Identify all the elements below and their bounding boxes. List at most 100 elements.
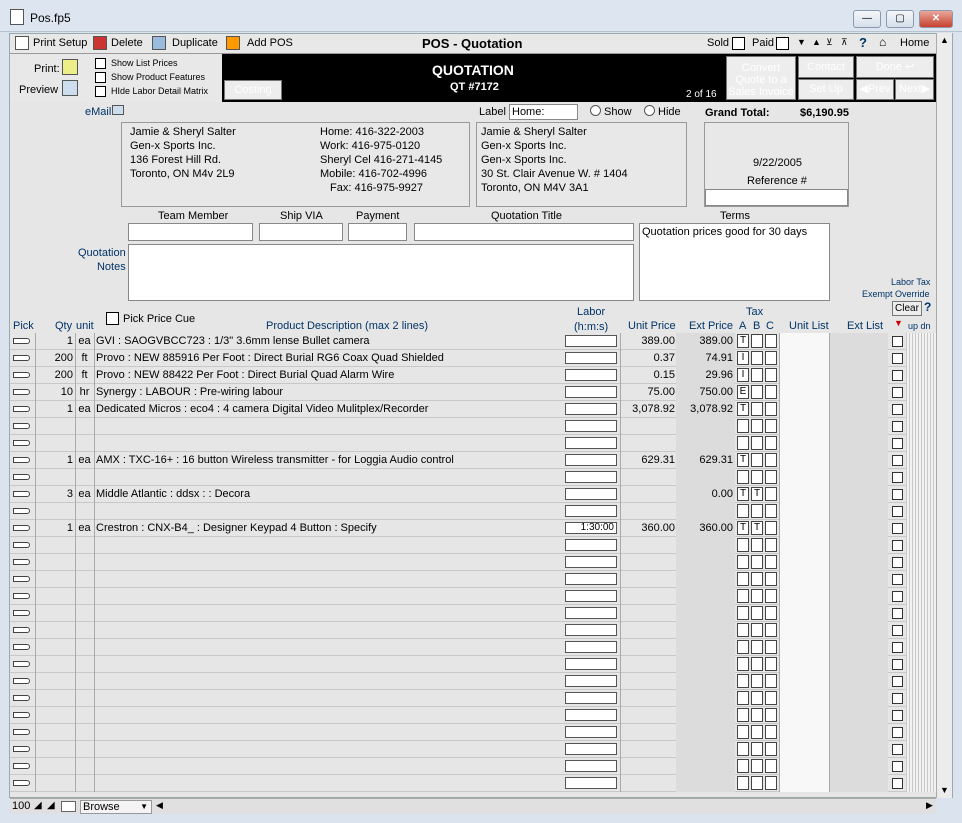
labor-field[interactable]	[565, 641, 617, 653]
tax-a-box[interactable]: I	[737, 368, 749, 382]
table-row[interactable]: 10 hr Synergy : LABOUR : Pre-wiring labour…	[10, 384, 936, 401]
qty-cell[interactable]	[35, 775, 73, 792]
unit-cell[interactable]: ft	[75, 350, 93, 367]
description-cell[interactable]	[94, 605, 564, 622]
description-cell[interactable]: AMX : TXC-16+ : 16 button Wireless trans…	[94, 452, 564, 469]
label-address-box[interactable]: Jamie & Sheryl Salter Gen-x Sports Inc. …	[476, 122, 687, 207]
unit-price-cell[interactable]: 629.31	[620, 452, 675, 469]
scroll-down-icon[interactable]: ▼	[940, 785, 949, 795]
unit-list-cell[interactable]	[779, 435, 830, 452]
unit-list-cell[interactable]	[779, 333, 830, 350]
unit-list-cell[interactable]	[779, 775, 830, 792]
tax-a-box[interactable]: T	[737, 453, 749, 467]
tax-a-box[interactable]	[737, 623, 749, 637]
table-row[interactable]: 1 ea Dedicated Micros : eco4 : 4 camera Di…	[10, 401, 936, 418]
print-setup-button[interactable]: Print Setup	[33, 37, 87, 49]
tax-a-box[interactable]	[737, 606, 749, 620]
nav-up-icon[interactable]: ▲	[812, 37, 821, 47]
description-cell[interactable]: Synergy : LABOUR : Pre-wiring labour	[94, 384, 564, 401]
unit-price-cell[interactable]	[620, 690, 675, 707]
unit-price-cell[interactable]	[620, 656, 675, 673]
pick-icon[interactable]	[13, 491, 30, 497]
unit-list-cell[interactable]	[779, 622, 830, 639]
qty-cell[interactable]	[35, 605, 73, 622]
description-cell[interactable]: Crestron : CNX-B4_ : Designer Keypad 4 B…	[94, 520, 564, 537]
unit-cell[interactable]	[75, 673, 93, 690]
description-cell[interactable]	[94, 571, 564, 588]
labor-field[interactable]	[565, 556, 617, 568]
pick-icon[interactable]	[13, 355, 30, 361]
tax-a-box[interactable]	[737, 555, 749, 569]
reorder-handle[interactable]	[906, 333, 936, 350]
table-row[interactable]	[10, 656, 936, 673]
labor-field[interactable]	[565, 573, 617, 585]
description-cell[interactable]	[94, 469, 564, 486]
qty-cell[interactable]: 3	[35, 486, 73, 503]
pick-icon[interactable]	[13, 746, 30, 752]
tax-help-icon[interactable]: ?	[924, 300, 931, 314]
qty-cell[interactable]	[35, 656, 73, 673]
tax-a-box[interactable]	[737, 589, 749, 603]
description-cell[interactable]	[94, 554, 564, 571]
qty-cell[interactable]: 1	[35, 333, 73, 350]
tax-b-box[interactable]	[751, 776, 763, 790]
labor-field[interactable]	[565, 488, 617, 500]
labor-tax-exempt-checkbox[interactable]	[892, 523, 903, 534]
tax-b-box[interactable]	[751, 402, 763, 416]
description-cell[interactable]: Provo : NEW 885916 Per Foot : Direct Bur…	[94, 350, 564, 367]
tax-a-box[interactable]: T	[737, 334, 749, 348]
unit-list-cell[interactable]	[779, 724, 830, 741]
pick-icon[interactable]	[13, 338, 30, 344]
labor-field[interactable]	[565, 726, 617, 738]
labor-field[interactable]	[565, 743, 617, 755]
tax-c-box[interactable]	[765, 351, 777, 365]
tax-c-box[interactable]	[765, 436, 777, 450]
labor-field[interactable]	[565, 607, 617, 619]
vertical-scrollbar[interactable]: ▲ ▼	[936, 33, 952, 798]
next-button[interactable]: Next▶	[895, 79, 934, 100]
tax-b-box[interactable]: T	[751, 487, 763, 501]
table-row[interactable]	[10, 639, 936, 656]
tax-a-box[interactable]	[737, 742, 749, 756]
unit-cell[interactable]	[75, 656, 93, 673]
labor-field[interactable]	[565, 420, 617, 432]
tax-b-box[interactable]	[751, 436, 763, 450]
tax-b-box[interactable]: T	[751, 521, 763, 535]
unit-list-cell[interactable]	[779, 384, 830, 401]
labor-tax-exempt-checkbox[interactable]	[892, 608, 903, 619]
tax-b-box[interactable]	[751, 657, 763, 671]
description-cell[interactable]	[94, 673, 564, 690]
tax-c-box[interactable]	[765, 589, 777, 603]
description-cell[interactable]	[94, 588, 564, 605]
description-cell[interactable]	[94, 724, 564, 741]
tax-a-box[interactable]: T	[737, 487, 749, 501]
scroll-up-icon[interactable]: ▲	[940, 35, 949, 45]
email-icon[interactable]	[112, 105, 124, 115]
labor-tax-exempt-checkbox[interactable]	[892, 472, 903, 483]
unit-cell[interactable]	[75, 588, 93, 605]
quotation-title-field[interactable]	[414, 223, 634, 241]
labor-tax-exempt-checkbox[interactable]	[892, 693, 903, 704]
reorder-handle[interactable]	[906, 350, 936, 367]
printer-icon[interactable]	[15, 36, 29, 50]
unit-list-cell[interactable]	[779, 758, 830, 775]
unit-list-cell[interactable]	[779, 673, 830, 690]
unit-cell[interactable]: ea	[75, 333, 93, 350]
table-row[interactable]: 1 ea Crestron : CNX-B4_ : Designer Keypad …	[10, 520, 936, 537]
tax-c-box[interactable]	[765, 504, 777, 518]
reference-field[interactable]	[705, 189, 848, 206]
pick-icon[interactable]	[13, 644, 30, 650]
nav-down-icon[interactable]: ▼	[797, 37, 806, 47]
labor-tax-exempt-checkbox[interactable]	[892, 676, 903, 687]
qty-cell[interactable]	[35, 707, 73, 724]
unit-cell[interactable]	[75, 418, 93, 435]
tax-b-box[interactable]	[751, 725, 763, 739]
labor-tax-exempt-checkbox[interactable]	[892, 404, 903, 415]
pick-icon[interactable]	[13, 542, 30, 548]
pick-icon[interactable]	[13, 627, 30, 633]
qty-cell[interactable]	[35, 622, 73, 639]
labor-tax-exempt-checkbox[interactable]	[892, 540, 903, 551]
unit-cell[interactable]	[75, 554, 93, 571]
team-member-field[interactable]	[128, 223, 253, 241]
table-row[interactable]: 200 ft Provo : NEW 885916 Per Foot : Direc…	[10, 350, 936, 367]
